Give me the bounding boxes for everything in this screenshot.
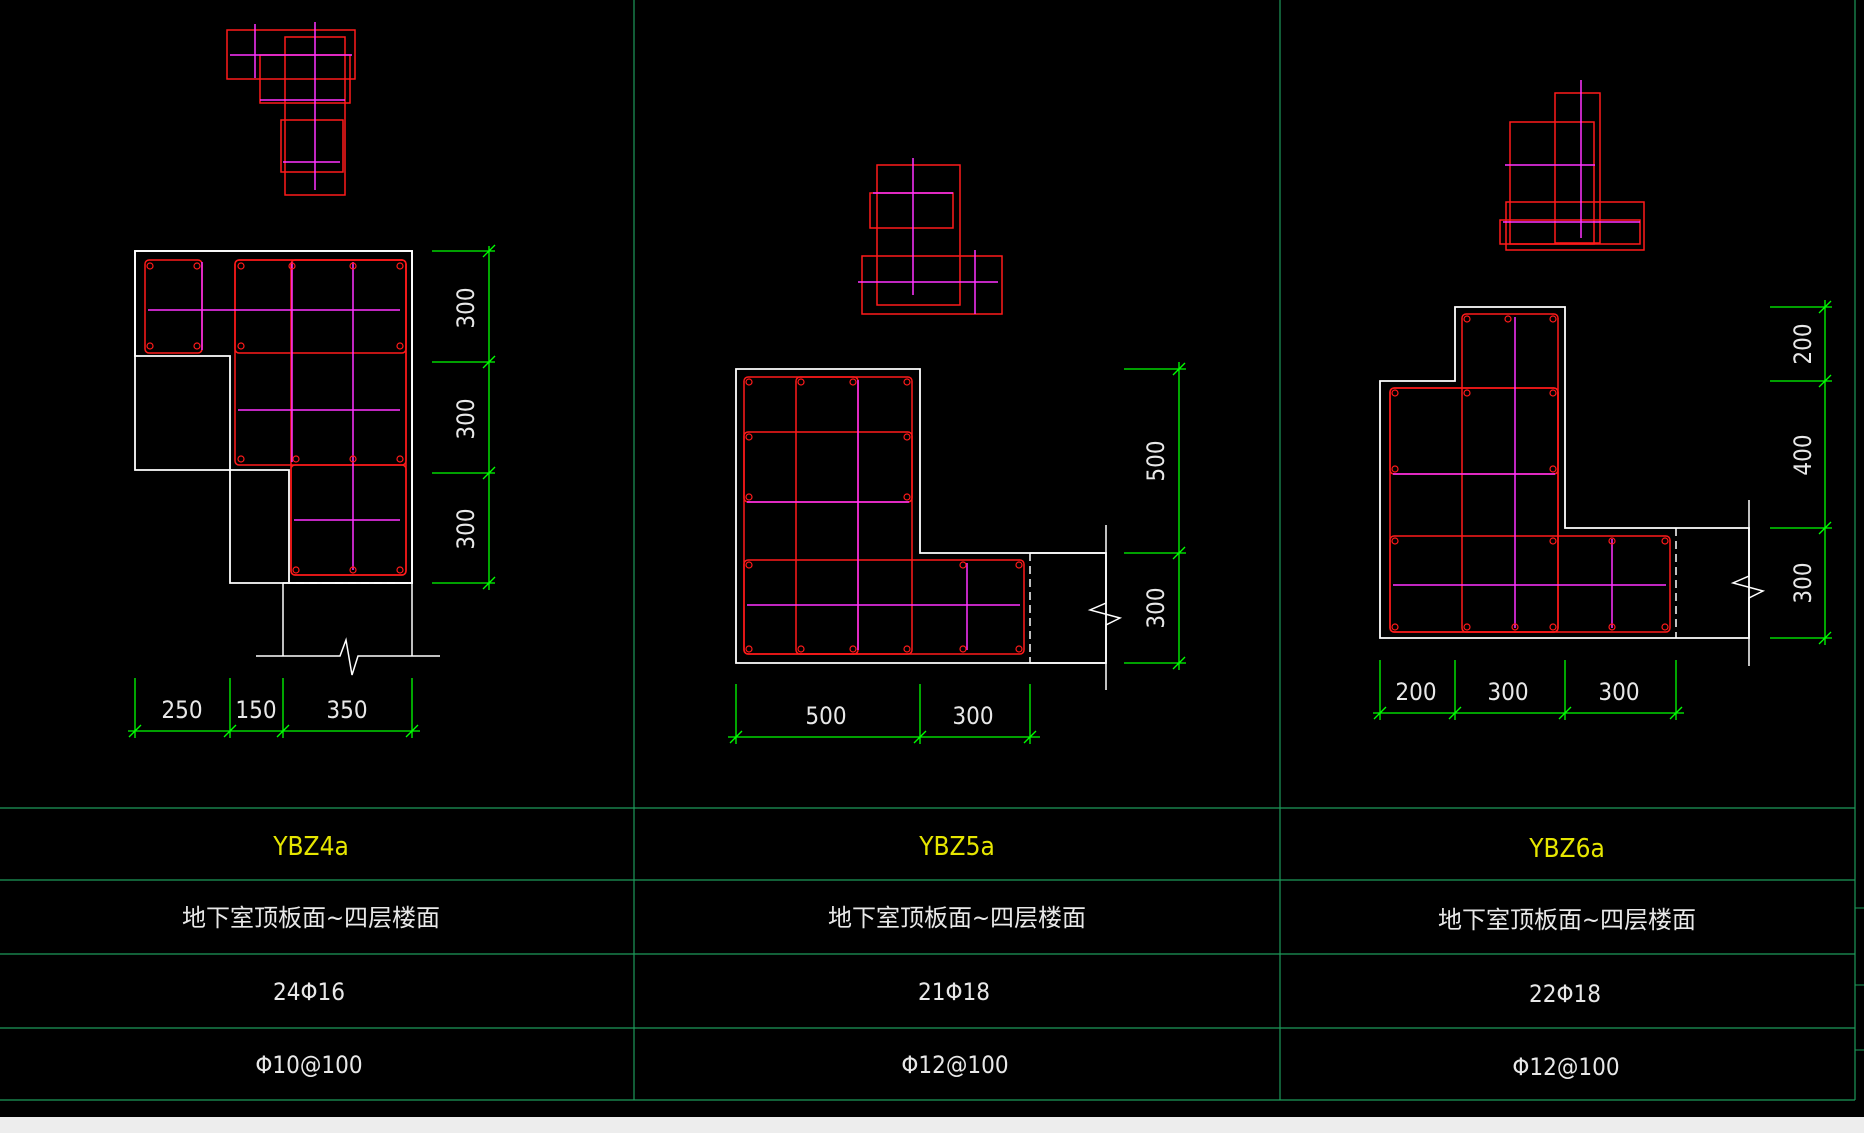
ybz5a-floors: 地下室顶板面~四层楼面 [828,904,1086,932]
ybz5a-dim-h-2: 300 [952,702,993,730]
ybz4a-floors: 地下室顶板面~四层楼面 [182,904,440,932]
ybz5a-stirrup: Φ12@100 [901,1051,1008,1079]
ybz6a-section: 200 400 300 200 300 300 [1373,80,1832,720]
table-rows: YBZ4a YBZ5a YBZ6a 地下室顶板面~四层楼面 地下室顶板面~四层楼… [182,832,1696,1081]
ybz6a-dim-v-1: 200 [1789,323,1817,364]
ybz6a-dim-h-2: 300 [1487,678,1528,706]
ybz4a-name: YBZ4a [272,832,349,862]
ybz5a-detail [858,158,1003,315]
ybz4a-dim-v-2: 300 [452,398,480,439]
ybz6a-dim-v-3: 300 [1789,562,1817,603]
ybz6a-ties [1393,317,1666,628]
status-bar [0,1117,1864,1133]
right-edge-ticks [1855,907,1864,1051]
ybz4a-section: 300 300 300 250 150 350 [128,22,496,738]
ybz5a-ties [747,380,1020,650]
ybz6a-outline [1379,306,1750,639]
ybz4a-outline [134,250,413,584]
ybz4a-dim-h-1: 250 [161,696,202,724]
ybz4a-stirrups [144,259,407,576]
ybz5a-outline [735,368,1107,664]
ybz5a-dim-v-2: 300 [1142,587,1170,628]
drawing-canvas: 300 300 300 250 150 350 500 300 500 300 … [0,0,1864,1101]
ybz5a-break-line [1087,525,1123,690]
ybz4a-detail [226,22,356,196]
ybz4a-ties [148,262,400,570]
ybz6a-dim-h-3: 300 [1598,678,1639,706]
ybz4a-dim-h-3: 350 [326,696,367,724]
ybz4a-longitudinal: 24Φ16 [273,978,345,1006]
ybz5a-dim-v-1: 500 [1142,440,1170,481]
ybz6a-dim-h-1: 200 [1395,678,1436,706]
ybz6a-bars [1391,315,1669,631]
ybz5a-section: 500 300 500 300 [728,158,1186,744]
ybz6a-name: YBZ6a [1528,834,1605,864]
ybz6a-floors: 地下室顶板面~四层楼面 [1438,906,1696,934]
ybz5a-name: YBZ5a [918,832,995,862]
ybz4a-stirrup: Φ10@100 [255,1051,362,1079]
ybz6a-dim-v-2: 400 [1789,434,1817,475]
ybz5a-dim-h-1: 500 [805,702,846,730]
ybz5a-longitudinal: 21Φ18 [918,978,990,1006]
ybz4a-dim-v-1: 300 [452,287,480,328]
ybz4a-dim-h-2: 150 [235,696,276,724]
ybz6a-longitudinal: 22Φ18 [1529,980,1601,1008]
ybz6a-break-line [1730,500,1766,666]
ybz4a-dim-v-3: 300 [452,508,480,549]
ybz6a-stirrup: Φ12@100 [1512,1053,1619,1081]
ybz6a-detail [1499,80,1645,251]
ybz5a-stirrups [743,376,1025,655]
ybz5a-bars [745,378,1023,653]
